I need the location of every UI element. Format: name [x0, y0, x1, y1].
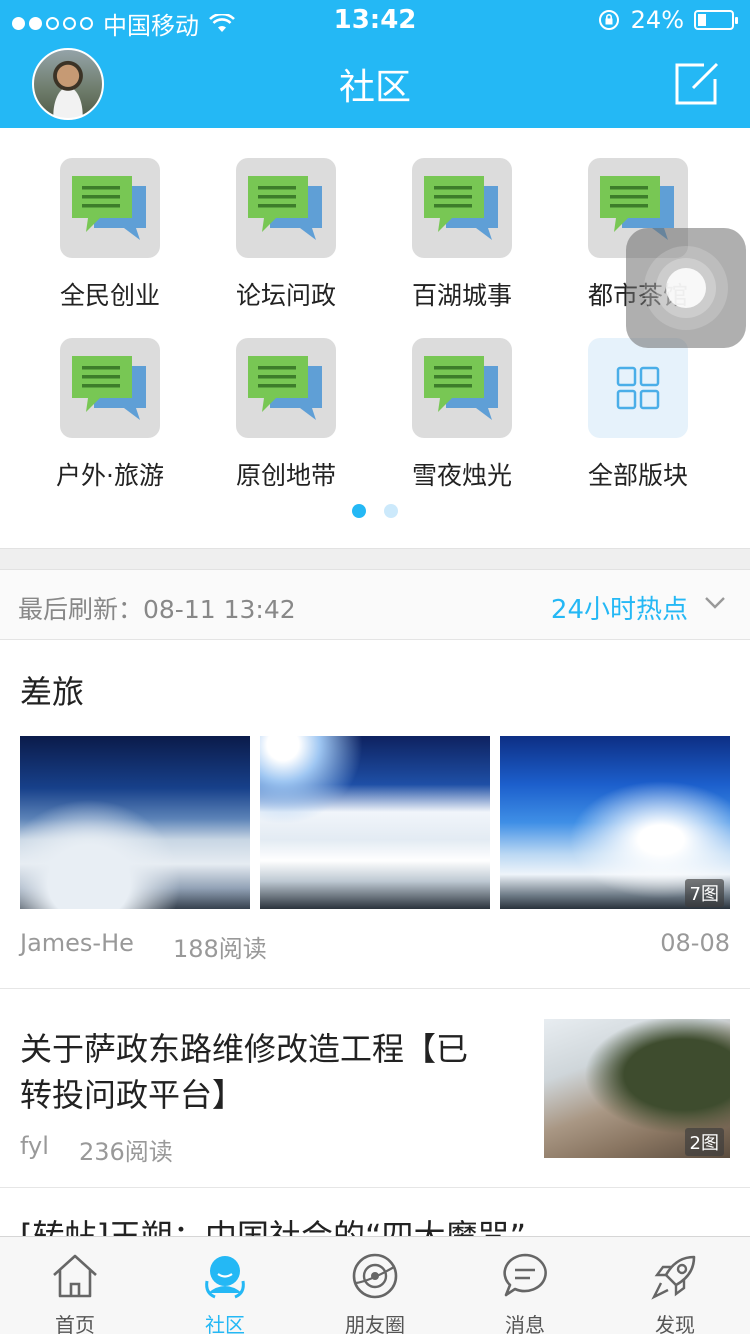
post-title[interactable]: 差旅: [20, 667, 84, 713]
page-title: 社区: [338, 67, 411, 108]
hot-filter-button[interactable]: 24小时热点: [551, 589, 688, 626]
forum-label: 原创地带: [235, 461, 336, 490]
refresh-bar: 最后刷新：08-11 13:42 24小时热点: [0, 570, 750, 640]
status-bar: 中国移动 13:42 24%: [0, 0, 750, 40]
tab-label: 发现: [655, 1313, 695, 1334]
post-title-line: 关于萨政东路维修改造工程【已: [20, 1030, 469, 1068]
last-refresh-label: 最后刷新：08-11 13:42: [18, 595, 296, 624]
nav-bar: 社区: [0, 40, 750, 128]
post-image[interactable]: [260, 736, 490, 909]
tab-home[interactable]: 首页: [0, 1237, 150, 1334]
tab-discover[interactable]: 发现: [600, 1237, 750, 1334]
forum-tile[interactable]: 全民创业: [22, 128, 198, 310]
chat-bubbles-icon: [60, 338, 160, 438]
edit-icon[interactable]: [674, 62, 720, 106]
forum-label: 户外·旅游: [56, 461, 164, 490]
post-author: James-He: [20, 929, 134, 957]
message-icon: [503, 1253, 547, 1297]
rocket-icon: [651, 1255, 696, 1300]
status-right: 24%: [597, 6, 738, 34]
tab-label: 消息: [505, 1313, 545, 1334]
forum-tile[interactable]: 雪夜烛光: [374, 308, 550, 490]
community-icon: [205, 1256, 245, 1299]
friends-circle-icon: [352, 1253, 398, 1299]
grid-icon: [588, 338, 688, 438]
chat-bubbles-icon: [236, 158, 336, 258]
image-count-badge: 7图: [684, 879, 724, 907]
tab-community[interactable]: 社区: [150, 1237, 300, 1334]
battery-percent: 24%: [630, 6, 684, 34]
chat-bubbles-icon: [60, 158, 160, 258]
tab-label: 朋友圈: [345, 1313, 405, 1334]
post-image[interactable]: 2图: [544, 1019, 730, 1158]
post-date: 08-08: [660, 929, 730, 957]
forum-tile[interactable]: 百湖城事: [374, 128, 550, 310]
top-bar: 中国移动 13:42 24% 社区: [0, 0, 750, 128]
tab-label: 首页: [55, 1313, 95, 1334]
tab-messages[interactable]: 消息: [450, 1237, 600, 1334]
section-divider: [0, 548, 750, 570]
chat-bubbles-icon: [236, 338, 336, 438]
page-indicator: [0, 504, 750, 518]
forum-tile[interactable]: 原创地带: [198, 308, 374, 490]
post-title[interactable]: 关于萨政东路维修改造工程【已 转投问政平台】: [20, 1026, 520, 1118]
home-icon: [53, 1254, 97, 1298]
post-author: fyl: [20, 1132, 49, 1160]
tab-label: 社区: [205, 1313, 245, 1334]
page-dot[interactable]: [384, 504, 398, 518]
assistive-touch-button[interactable]: [626, 228, 746, 348]
forum-label: 百湖城事: [411, 281, 512, 310]
forum-tile[interactable]: 户外·旅游: [22, 308, 198, 490]
forum-label: 全民创业: [59, 281, 160, 310]
post-image[interactable]: 7图: [500, 736, 730, 909]
forum-label: 雪夜烛光: [411, 461, 512, 490]
assistive-ring: [666, 268, 706, 308]
chevron-down-icon[interactable]: [704, 596, 726, 610]
battery-icon: [694, 10, 738, 30]
feed-post[interactable]: 关于萨政东路维修改造工程【已 转投问政平台】 fyl 236阅读 2图: [0, 990, 750, 1188]
chat-bubbles-icon: [412, 338, 512, 438]
post-image[interactable]: [20, 736, 250, 909]
feed-post[interactable]: 差旅 7图 James-He 188阅读 08-08: [0, 641, 750, 989]
forum-label: 论坛问政: [235, 281, 336, 310]
rotation-lock-icon: [598, 10, 619, 30]
tab-friends-circle[interactable]: 朋友圈: [300, 1237, 450, 1334]
chat-bubbles-icon: [412, 158, 512, 258]
tab-bar: 首页 社区 朋友圈 消息 发现: [0, 1236, 750, 1334]
post-title-line: 转投问政平台】: [20, 1076, 245, 1114]
battery-level: [698, 14, 706, 26]
page-dot-active[interactable]: [352, 504, 366, 518]
post-reads: 188阅读: [173, 935, 267, 963]
forum-label: 全部版块: [587, 461, 688, 490]
forum-tile[interactable]: 论坛问政: [198, 128, 374, 310]
post-reads: 236阅读: [79, 1138, 173, 1166]
post-image-row: 7图: [20, 736, 730, 909]
image-count-badge: 2图: [684, 1128, 724, 1156]
